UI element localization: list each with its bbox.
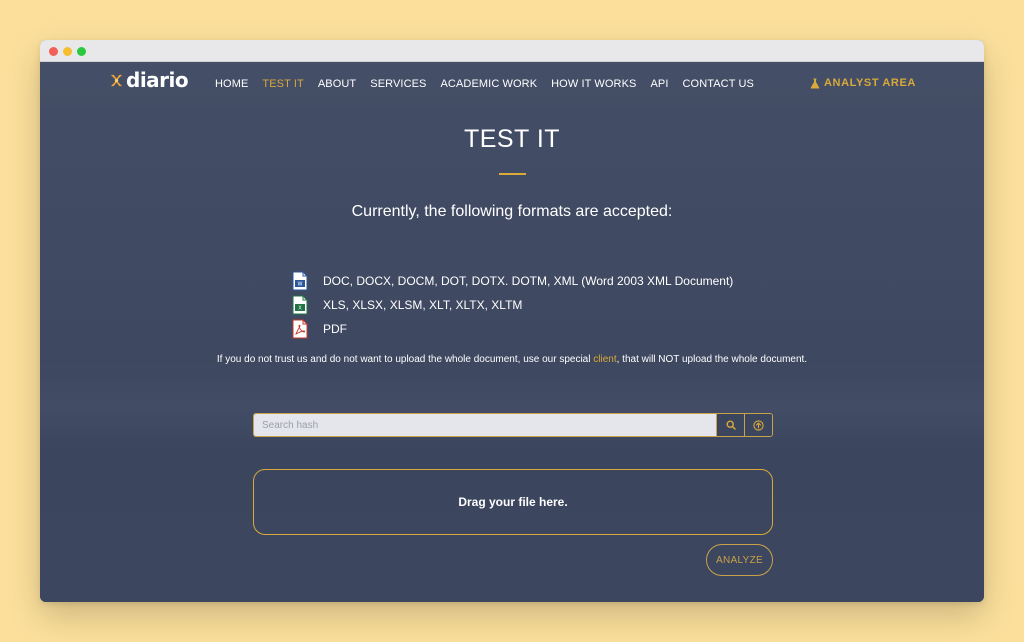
maximize-window-button[interactable] [77, 47, 86, 56]
close-window-button[interactable] [49, 47, 58, 56]
logo[interactable]: diario [109, 68, 189, 92]
analyst-area-label: ANALYST AREA [824, 77, 916, 89]
search-button[interactable] [716, 414, 744, 436]
format-row-excel: X XLS, XLSX, XLSM, XLT, XLTX, XLTM [291, 295, 522, 315]
format-text-pdf: PDF [323, 322, 347, 336]
logo-mark-icon [110, 74, 123, 86]
svg-text:X: X [298, 306, 302, 312]
nav-how-it-works[interactable]: HOW IT WORKS [551, 77, 636, 91]
file-dropzone[interactable]: Drag your file here. [253, 469, 773, 535]
format-row-word: W DOC, DOCX, DOCM, DOT, DOTX. DOTM, XML … [291, 271, 733, 291]
page-content: diario HOME TEST IT ABOUT SERVICES ACADE… [40, 62, 984, 602]
nav-menu: HOME TEST IT ABOUT SERVICES ACADEMIC WOR… [215, 77, 768, 91]
client-note: If you do not trust us and do not want t… [40, 353, 984, 366]
background-haze [40, 362, 984, 452]
nav-contact-us[interactable]: CONTACT US [683, 77, 755, 91]
analyze-button[interactable]: ANALYZE [706, 544, 773, 576]
page-title: TEST IT [463, 125, 561, 153]
nav-about[interactable]: ABOUT [318, 77, 356, 91]
logo-text: diario [126, 68, 189, 92]
client-note-text-after: , that will NOT upload the whole documen… [616, 354, 808, 365]
svg-text:W: W [298, 282, 303, 288]
word-file-icon: W [292, 271, 308, 291]
flask-icon [810, 78, 820, 88]
search-hash-input[interactable] [254, 414, 716, 436]
nav-test-it[interactable]: TEST IT [262, 77, 303, 91]
upload-icon [753, 419, 764, 431]
format-text-excel: XLS, XLSX, XLSM, XLT, XLTX, XLTM [323, 298, 523, 312]
excel-file-icon: X [292, 295, 308, 315]
client-note-text-before: If you do not trust us and do not want t… [216, 354, 594, 365]
upload-button[interactable] [744, 414, 772, 436]
search-icon [725, 420, 736, 430]
title-divider [499, 173, 526, 175]
hash-search-bar [253, 413, 773, 437]
window-titlebar [40, 40, 984, 62]
format-text-word: DOC, DOCX, DOCM, DOT, DOTX. DOTM, XML (W… [323, 274, 734, 288]
nav-academic-work[interactable]: ACADEMIC WORK [441, 77, 538, 91]
minimize-window-button[interactable] [63, 47, 72, 56]
client-link[interactable]: client [593, 354, 616, 365]
nav-api[interactable]: API [650, 77, 668, 91]
nav-services[interactable]: SERVICES [370, 77, 426, 91]
navbar: diario HOME TEST IT ABOUT SERVICES ACADE… [40, 62, 984, 106]
formats-heading: Currently, the following formats are acc… [351, 203, 673, 220]
nav-home[interactable]: HOME [215, 77, 248, 91]
dropzone-label: Drag your file here. [458, 495, 568, 509]
analyst-area-link[interactable]: ANALYST AREA [810, 77, 916, 89]
browser-window: diario HOME TEST IT ABOUT SERVICES ACADE… [40, 40, 984, 602]
pdf-file-icon [292, 319, 308, 339]
format-row-pdf: PDF [291, 319, 347, 339]
